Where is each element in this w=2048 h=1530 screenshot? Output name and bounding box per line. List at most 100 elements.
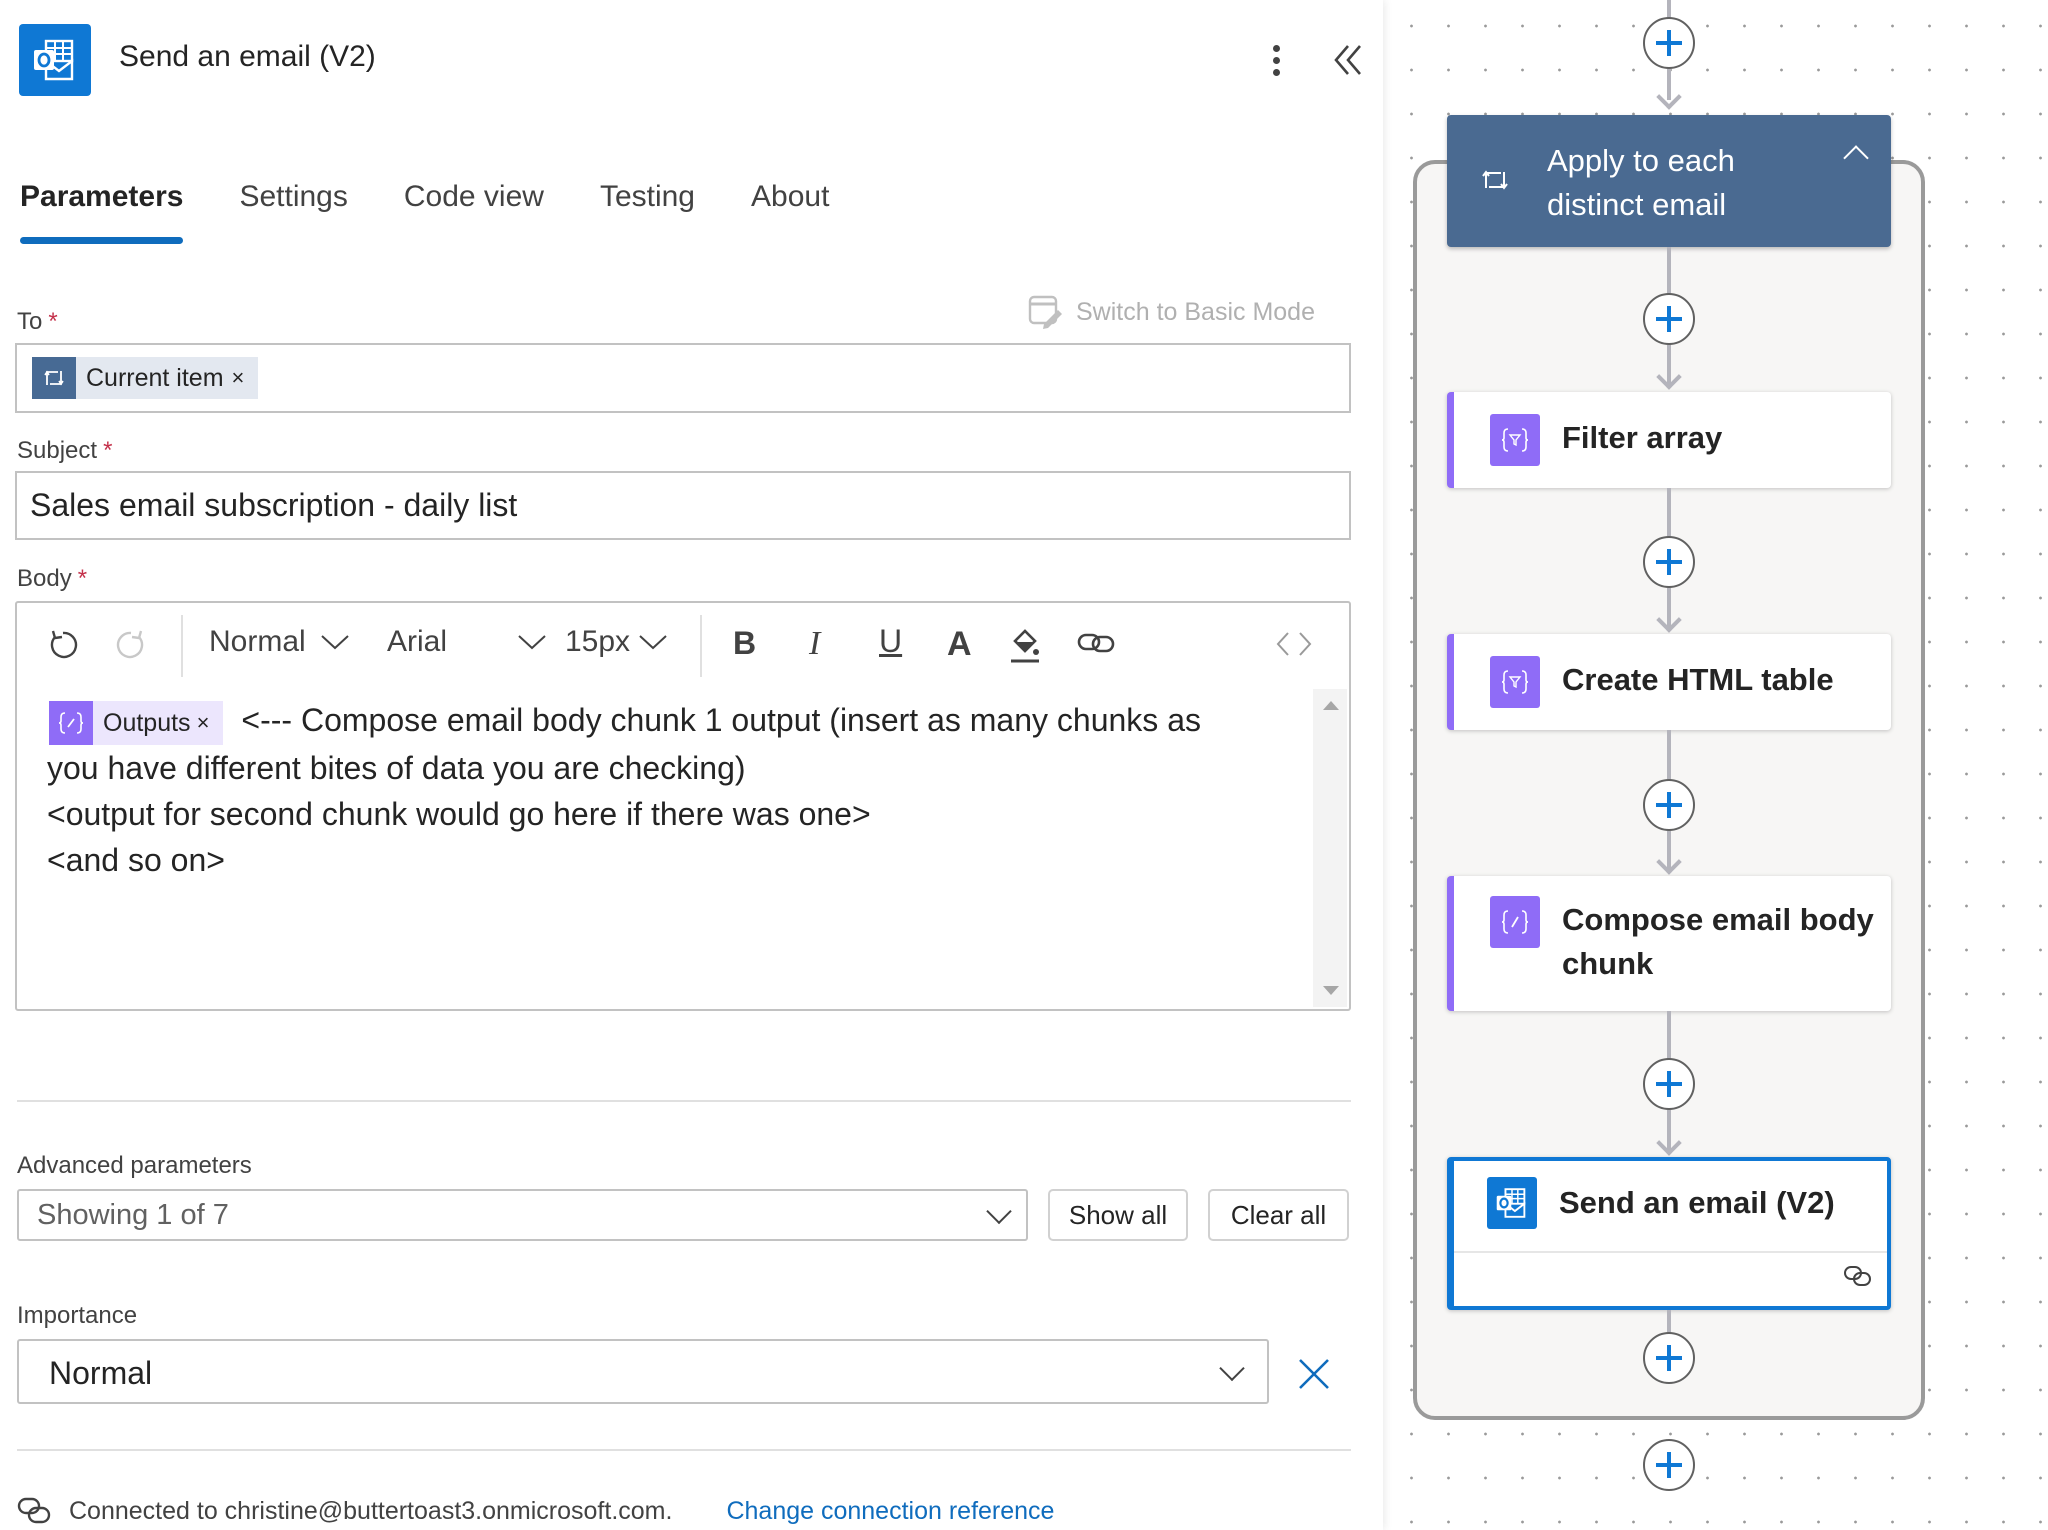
show-all-button[interactable]: Show all [1048,1189,1188,1241]
required-marker: * [103,437,113,464]
switch-to-basic-mode-button[interactable]: Switch to Basic Mode [1028,294,1315,330]
tab-code-view[interactable]: Code view [404,180,544,244]
compose-expression-icon [49,700,93,745]
block-format-dropdown[interactable]: Normal [209,625,350,659]
add-step-button[interactable] [1643,17,1695,69]
collapse-panel-button[interactable] [1330,40,1366,80]
add-step-button[interactable] [1643,536,1695,588]
apply-to-each-header[interactable]: Apply to each distinct email [1447,115,1891,247]
flow-designer-canvas[interactable]: Apply to each distinct email Filter arra… [1383,0,2048,1530]
undo-icon [50,630,78,659]
panel-title: Send an email (V2) [119,40,376,73]
body-line-4: <and so on> [47,841,225,878]
body-scrollbar[interactable] [1313,689,1347,1007]
filter-array-icon [1490,656,1540,708]
loop-icon [1481,168,1509,197]
tab-about[interactable]: About [751,180,829,244]
chevron-down-icon [321,635,349,650]
clear-all-button[interactable]: Clear all [1208,1189,1349,1241]
block-format-value: Normal [209,625,306,658]
switch-to-basic-mode-label: Switch to Basic Mode [1076,297,1315,326]
action-card-create-html-table[interactable]: Create HTML table [1447,634,1891,730]
body-text: <--- Compose email body chunk 1 output (… [241,702,1201,738]
add-step-button[interactable] [1643,779,1695,831]
action-details-panel: Send an email (V2) Parameters Settings C… [0,0,1383,1530]
double-chevron-left-icon [1334,45,1361,75]
body-line-3: <output for second chunk would go here i… [47,795,871,832]
font-family-dropdown[interactable]: Arial [387,625,547,659]
code-view-button[interactable] [1275,629,1313,659]
bold-button[interactable]: B [733,625,756,662]
subject-label: Subject * [17,437,112,465]
body-content[interactable]: Outputs × <--- Compose email body chunk … [47,697,1299,883]
advanced-parameters-dropdown[interactable]: Showing 1 of 7 [17,1189,1028,1241]
connection-text: Connected to christine@buttertoast3.onmi… [69,1496,673,1525]
highlight-color-button[interactable] [1007,625,1043,665]
toolbar-separator [700,615,702,677]
scroll-down-arrow-icon[interactable] [1323,986,1339,995]
undo-button[interactable] [45,627,81,663]
font-color-button[interactable]: A [947,625,972,664]
font-family-value: Arial [387,625,448,658]
add-step-button[interactable] [1643,1058,1695,1110]
action-title: Compose email body chunk [1562,902,1874,981]
action-card-send-an-email[interactable]: Send an email (V2) [1447,1157,1891,1310]
redo-icon [116,630,144,659]
importance-value: Normal [49,1355,153,1391]
required-marker: * [77,565,88,592]
chevron-down-icon [639,635,667,650]
card-footer-divider [1454,1251,1887,1253]
remove-token-button[interactable]: × [197,700,210,746]
link-icon [1077,633,1115,653]
action-card-compose-email-body-chunk[interactable]: Compose email body chunk [1447,876,1891,1011]
outputs-token[interactable]: Outputs × [49,700,224,746]
required-marker: * [48,308,58,335]
font-size-dropdown[interactable]: 15px [565,625,668,659]
body-label: Body * [17,565,87,593]
advanced-parameters-value: Showing 1 of 7 [37,1199,229,1231]
underline-button[interactable]: U [879,623,902,660]
action-title: Create HTML table [1562,662,1834,697]
connection-reference-button[interactable] [1843,1265,1873,1292]
action-title: Send an email (V2) [1559,1185,1835,1220]
loop-title: Apply to each distinct email [1547,143,1735,222]
close-icon [1299,1359,1329,1389]
insert-link-button[interactable] [1077,631,1115,655]
importance-label: Importance [17,1302,138,1329]
section-divider [17,1100,1351,1102]
action-card-filter-array[interactable]: Filter array [1447,392,1891,488]
to-field[interactable]: Current item × [15,343,1351,413]
token-label: Current item [86,363,224,392]
add-step-button[interactable] [1643,1439,1695,1491]
current-item-token[interactable]: Current item × [32,357,259,399]
section-divider [17,1449,1351,1451]
remove-token-button[interactable]: × [232,365,245,391]
add-step-button[interactable] [1643,1332,1695,1384]
to-label-text: To [17,308,43,335]
connector-arrow-icon [1656,84,1682,110]
connection-info: Connected to christine@buttertoast3.onmi… [17,1496,1054,1526]
italic-button[interactable]: I [809,625,820,663]
connection-link-icon [17,1497,51,1524]
body-line-2: you have different bites of data you are… [47,749,746,786]
tab-settings[interactable]: Settings [239,180,347,244]
outlook-icon [1487,1177,1537,1229]
filter-array-icon [1490,414,1540,466]
more-options-button[interactable] [1262,40,1290,80]
chevron-up-icon[interactable] [1843,145,1869,171]
remove-importance-button[interactable] [1296,1356,1332,1392]
tab-testing[interactable]: Testing [600,180,695,244]
importance-dropdown[interactable]: Normal [17,1339,1269,1404]
tab-parameters[interactable]: Parameters [20,180,184,244]
redo-button[interactable] [113,627,149,663]
subject-input[interactable]: Sales email subscription - daily list [15,471,1351,540]
to-label: To * [17,308,58,336]
body-rich-text-editor[interactable]: Normal Arial 15px B I U A Outputs × <---… [15,601,1351,1011]
scroll-up-arrow-icon[interactable] [1323,701,1339,710]
body-label-text: Body [17,565,72,592]
outlook-icon [19,24,91,96]
action-title: Filter array [1562,420,1723,455]
change-connection-reference-link[interactable]: Change connection reference [726,1497,1054,1526]
chevron-down-icon [1219,1355,1245,1381]
add-step-button[interactable] [1643,293,1695,345]
